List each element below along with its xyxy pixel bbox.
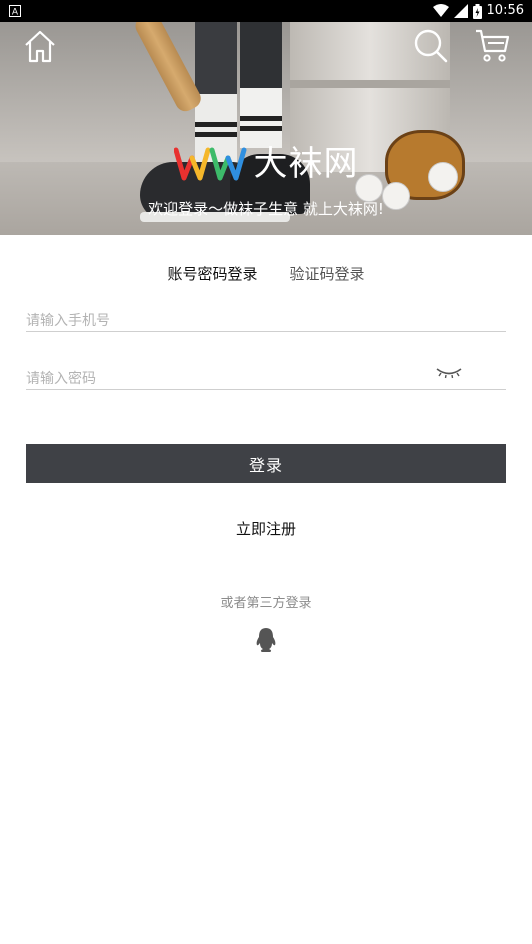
svg-text:A: A bbox=[12, 8, 19, 18]
cart-icon[interactable] bbox=[474, 27, 510, 63]
status-indicators: 10:56 bbox=[432, 3, 524, 19]
tab-code-login[interactable]: 验证码登录 bbox=[290, 263, 365, 284]
login-tabs: 账号密码登录 验证码登录 bbox=[0, 263, 532, 284]
status-bar: A 10:56 bbox=[0, 0, 532, 22]
third-party-login-label: 或者第三方登录 bbox=[220, 596, 312, 611]
password-field bbox=[26, 360, 506, 391]
signal-icon bbox=[453, 4, 468, 18]
register-link[interactable]: 立即注册 bbox=[0, 518, 532, 539]
brand-logo: 大袜网 bbox=[0, 144, 532, 184]
sock-stripe bbox=[195, 122, 237, 127]
password-input[interactable] bbox=[26, 367, 426, 391]
brand-name: 大袜网 bbox=[253, 144, 359, 184]
battery-icon bbox=[472, 3, 482, 19]
status-time: 10:56 bbox=[486, 3, 524, 18]
phone-input[interactable] bbox=[26, 309, 426, 333]
login-button[interactable]: 登录 bbox=[26, 444, 506, 483]
sock-stripe bbox=[195, 132, 237, 137]
qq-icon[interactable] bbox=[254, 627, 278, 653]
hero-bucket-band bbox=[290, 80, 450, 88]
sock-stripe bbox=[240, 126, 282, 131]
hero-banner: 大袜网 欢迎登录～做袜子生意 就上大袜网! bbox=[0, 22, 532, 235]
sock-stripe bbox=[240, 116, 282, 121]
search-icon[interactable] bbox=[412, 27, 448, 63]
notification-icon: A bbox=[9, 5, 21, 17]
logo-mark-icon bbox=[173, 147, 246, 181]
wifi-icon bbox=[432, 4, 449, 17]
tab-password-login[interactable]: 账号密码登录 bbox=[167, 263, 257, 284]
home-icon[interactable] bbox=[22, 28, 58, 64]
hero-slogan: 欢迎登录～做袜子生意 就上大袜网! bbox=[148, 200, 384, 218]
eye-closed-icon[interactable] bbox=[436, 366, 462, 380]
phone-field bbox=[26, 302, 506, 333]
